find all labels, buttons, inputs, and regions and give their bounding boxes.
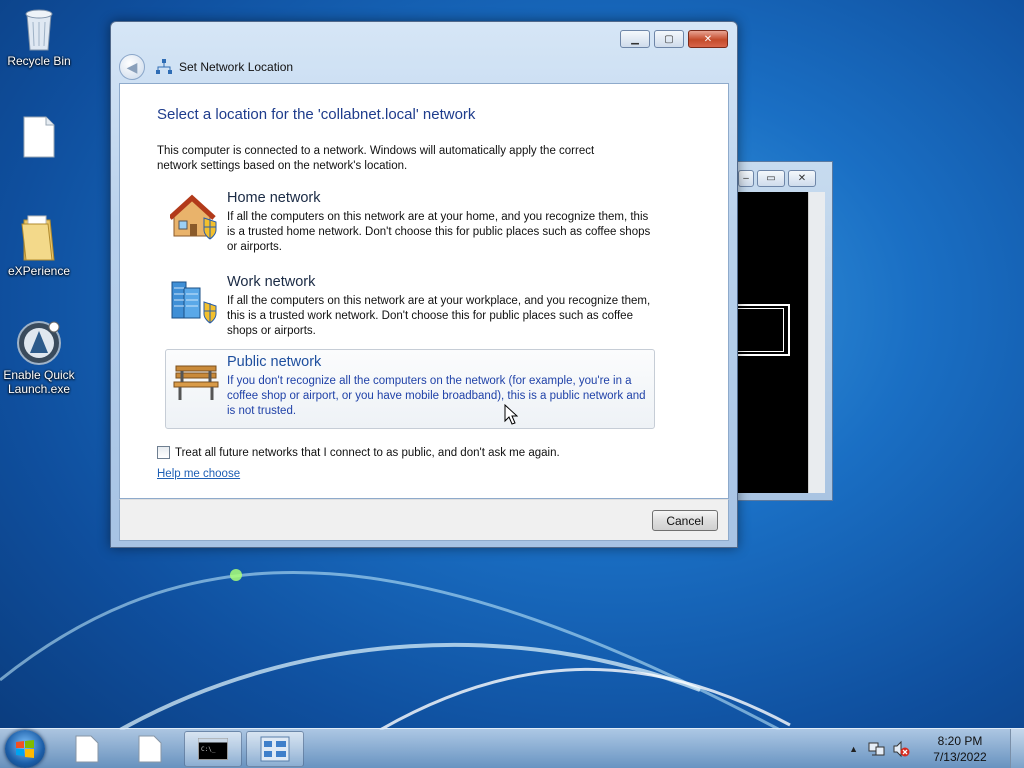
close-button[interactable]: ✕ xyxy=(788,170,816,187)
volume-muted-icon[interactable] xyxy=(892,740,910,758)
office-building-shield-icon xyxy=(171,281,217,324)
svg-text:C:\_: C:\_ xyxy=(201,746,216,753)
console-output xyxy=(736,192,808,493)
back-button[interactable]: ◀ xyxy=(119,54,145,80)
clock[interactable]: 8:20 PM 7/13/2022 xyxy=(924,733,996,765)
dialog-title: Set Network Location xyxy=(179,60,294,74)
document-icon xyxy=(138,735,162,763)
dialog-content: Select a location for the 'collabnet.loc… xyxy=(119,83,729,499)
desktop-icon-label: Recycle Bin xyxy=(7,54,71,68)
desktop-icon-file[interactable] xyxy=(0,116,79,160)
show-desktop-button[interactable] xyxy=(1010,729,1024,768)
minimize-button[interactable]: – xyxy=(738,170,754,187)
quick-launch-app-icon xyxy=(17,321,61,365)
maximize-button[interactable]: ▢ xyxy=(654,30,684,48)
minimize-button[interactable]: ▁ xyxy=(620,30,650,48)
clock-time: 8:20 PM xyxy=(937,734,983,748)
option-home-network[interactable]: Home network If all the computers on thi… xyxy=(165,185,655,265)
taskbar: C:\_ ▲ 8:20 PM 7/13/2022 xyxy=(0,728,1024,768)
desktop-icon-enable-quick-launch[interactable]: Enable Quick Launch.exe xyxy=(0,320,79,396)
desktop-icon-label: Enable Quick Launch.exe xyxy=(3,368,75,396)
option-title: Public network xyxy=(227,354,322,370)
dialog-header: ◀ Set Network Location xyxy=(119,52,729,82)
taskbar-item-document-1[interactable] xyxy=(58,731,116,767)
system-tray: ▲ 8:20 PM 7/13/2022 xyxy=(849,729,1024,768)
house-shield-icon xyxy=(170,194,217,240)
taskbar-item-document-2[interactable] xyxy=(121,731,179,767)
document-icon xyxy=(75,735,99,763)
start-button[interactable] xyxy=(5,730,45,768)
blank-file-icon xyxy=(23,116,55,158)
network-center-icon xyxy=(260,736,290,762)
console-scrollbar[interactable] xyxy=(808,192,825,493)
folder-icon xyxy=(21,215,55,261)
cancel-button[interactable]: Cancel xyxy=(652,510,718,531)
page-title: Select a location for the 'collabnet.loc… xyxy=(157,106,476,123)
park-bench-icon xyxy=(173,365,219,400)
option-title: Home network xyxy=(227,190,321,206)
network-icon xyxy=(156,59,172,74)
option-title: Work network xyxy=(227,274,316,290)
close-button[interactable]: ✕ xyxy=(688,30,728,48)
option-description: If you don't recognize all the computers… xyxy=(227,375,646,417)
help-me-choose-link[interactable]: Help me choose xyxy=(157,468,240,480)
checkbox-label[interactable]: Treat all future networks that I connect… xyxy=(175,447,560,459)
network-status-icon[interactable] xyxy=(868,740,886,758)
treat-as-public-row: Treat all future networks that I connect… xyxy=(157,446,560,459)
show-hidden-icons-arrow-icon[interactable]: ▲ xyxy=(849,744,858,754)
dialog-footer: Cancel xyxy=(119,499,729,541)
clock-date: 7/13/2022 xyxy=(933,750,987,764)
set-network-location-dialog: ▁ ▢ ✕ ◀ Set Network Location Select a lo… xyxy=(110,21,738,548)
desktop-icon-recycle-bin[interactable]: Recycle Bin xyxy=(0,6,79,68)
treat-as-public-checkbox[interactable] xyxy=(157,446,170,459)
option-description: If all the computers on this network are… xyxy=(227,211,651,253)
mouse-cursor-icon xyxy=(504,404,518,425)
taskbar-item-network-center[interactable] xyxy=(246,731,304,767)
windows-logo-icon xyxy=(16,740,34,758)
back-arrow-icon: ◀ xyxy=(126,58,138,75)
desktop-icon-experience[interactable]: eXPerience xyxy=(0,214,79,278)
option-description: If all the computers on this network are… xyxy=(227,295,651,337)
maximize-button[interactable]: ▭ xyxy=(757,170,785,187)
desktop-icon-label: eXPerience xyxy=(7,264,71,278)
intro-text: This computer is connected to a network.… xyxy=(157,145,595,172)
background-console-window[interactable]: – ▭ ✕ xyxy=(736,161,833,501)
taskbar-item-command-prompt[interactable]: C:\_ xyxy=(184,731,242,767)
recycle-bin-icon xyxy=(25,9,53,51)
command-prompt-icon: C:\_ xyxy=(198,738,228,760)
option-work-network[interactable]: Work network If all the computers on thi… xyxy=(165,269,655,349)
option-public-network[interactable]: Public network If you don't recognize al… xyxy=(165,349,655,429)
